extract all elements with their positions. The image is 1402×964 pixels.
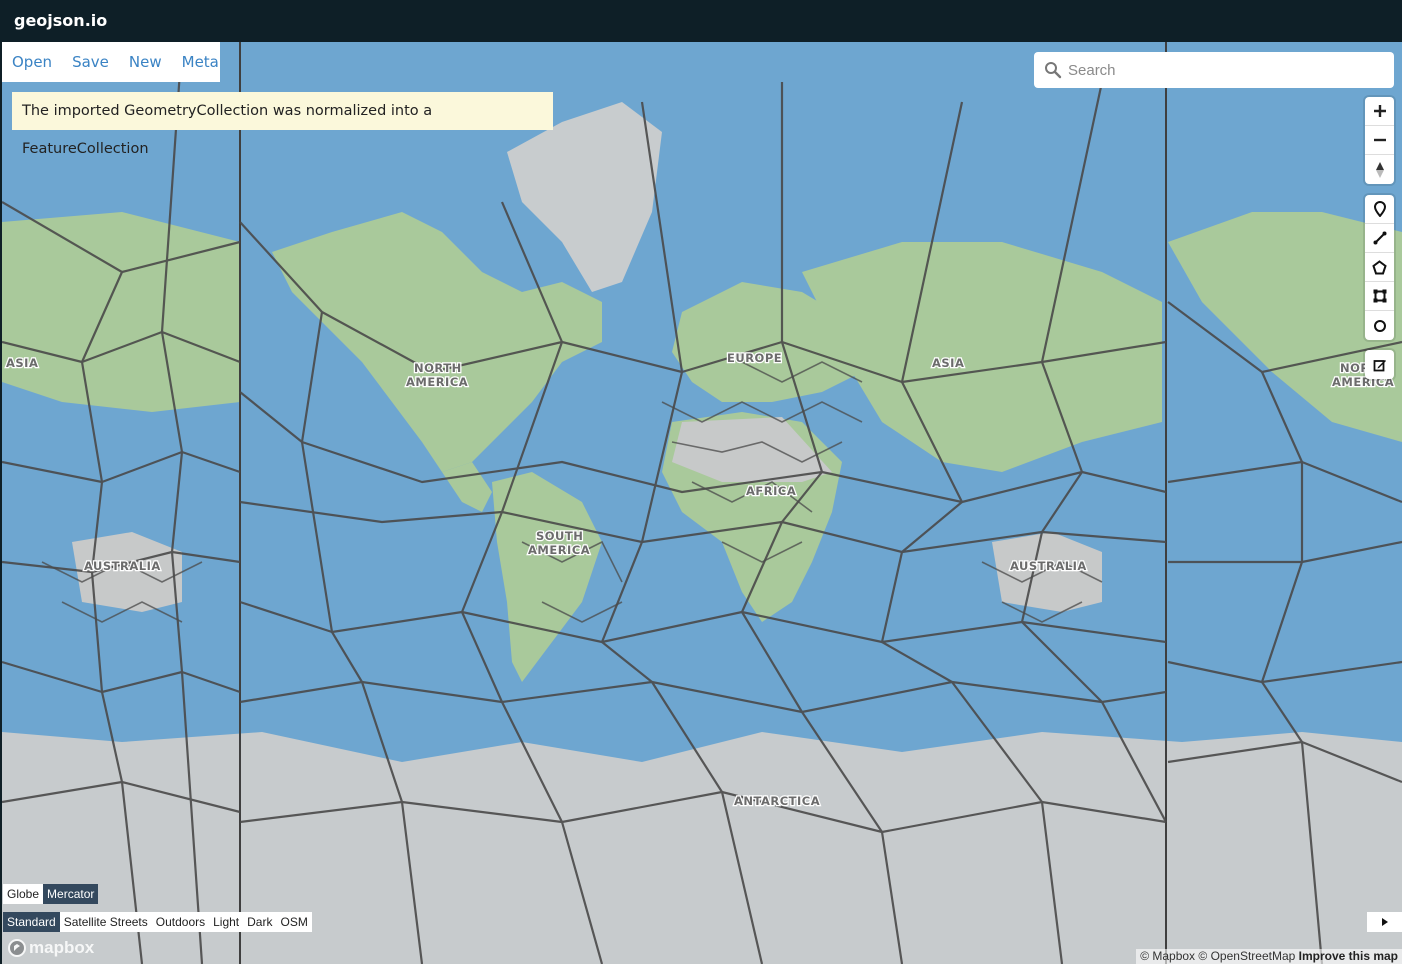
label-australia-left: AUSTRALIA: [84, 559, 161, 573]
polygon-icon: [1372, 259, 1387, 274]
search-input[interactable]: [1068, 52, 1388, 88]
draw-line-button[interactable]: [1365, 224, 1394, 253]
style-osm[interactable]: OSM: [276, 912, 311, 932]
label-asia-left: ASIA: [6, 356, 38, 370]
map-canvas[interactable]: ASIA NORTH AMERICA EUROPE ASIA NOR AMERI…: [2, 42, 1402, 964]
marker-icon: [1373, 201, 1386, 217]
meta-button[interactable]: Meta: [182, 53, 219, 71]
draw-polygon-button[interactable]: [1365, 253, 1394, 282]
draw-circle-button[interactable]: [1365, 311, 1394, 340]
label-south-america-1: SOUTH: [536, 529, 583, 543]
projection-switcher: Globe Mercator: [3, 884, 99, 904]
label-north-america-1: NORTH: [414, 361, 462, 375]
improve-map-link[interactable]: Improve this map: [1299, 949, 1398, 963]
label-north-america-2: AMERICA: [406, 375, 468, 389]
style-switcher: Standard Satellite Streets Outdoors Ligh…: [3, 912, 312, 932]
zoom-out-button[interactable]: [1365, 126, 1394, 155]
projection-mercator[interactable]: Mercator: [43, 884, 99, 904]
zoom-controls: [1365, 97, 1394, 184]
draw-marker-button[interactable]: [1365, 195, 1394, 224]
edit-controls: [1365, 350, 1394, 379]
app-title: geojson.io: [14, 11, 108, 30]
style-light[interactable]: Light: [209, 912, 243, 932]
map-basemap: ASIA NORTH AMERICA EUROPE ASIA NOR AMERI…: [2, 42, 1402, 964]
mapbox-logo-icon: [8, 939, 26, 957]
style-standard[interactable]: Standard: [3, 912, 60, 932]
caret-right-icon: [1381, 918, 1388, 926]
search-box: [1034, 52, 1394, 88]
draw-controls: [1365, 195, 1394, 340]
edit-button[interactable]: [1365, 350, 1394, 379]
sidebar-toggle-button[interactable]: [1367, 912, 1402, 932]
file-toolbar: Open Save New Meta: [2, 42, 220, 82]
label-antarctica: ANTARCTICA: [734, 794, 820, 808]
new-button[interactable]: New: [129, 53, 162, 71]
import-notice: The imported GeometryCollection was norm…: [12, 92, 553, 157]
style-dark[interactable]: Dark: [243, 912, 276, 932]
label-europe: EUROPE: [727, 351, 782, 365]
map-attribution: © Mapbox © OpenStreetMap Improve this ma…: [1136, 949, 1402, 964]
projection-globe[interactable]: Globe: [3, 884, 43, 904]
rectangle-icon: [1373, 289, 1386, 303]
edit-icon: [1373, 359, 1386, 371]
draw-rectangle-button[interactable]: [1365, 282, 1394, 311]
circle-icon: [1373, 319, 1386, 332]
zoom-in-button[interactable]: [1365, 97, 1394, 126]
style-satellite-streets[interactable]: Satellite Streets: [60, 912, 152, 932]
open-button[interactable]: Open: [12, 53, 52, 71]
label-africa: AFRICA: [746, 484, 796, 498]
line-icon: [1373, 231, 1386, 245]
compass-button[interactable]: [1365, 155, 1394, 184]
attribution-mapbox-link[interactable]: © Mapbox: [1140, 949, 1195, 963]
attribution-osm-link[interactable]: © OpenStreetMap: [1198, 949, 1295, 963]
search-icon: [1045, 62, 1062, 79]
app-header: geojson.io: [0, 0, 1402, 42]
label-australia-right: AUSTRALIA: [1010, 559, 1087, 573]
label-asia-right: ASIA: [932, 356, 964, 370]
label-south-america-2: AMERICA: [528, 543, 590, 557]
compass-icon: [1375, 161, 1384, 178]
mapbox-logo: mapbox: [8, 938, 94, 958]
save-button[interactable]: Save: [72, 53, 109, 71]
minus-icon: [1373, 138, 1386, 142]
plus-icon: [1373, 105, 1386, 117]
mapbox-logo-text: mapbox: [29, 938, 95, 957]
style-outdoors[interactable]: Outdoors: [152, 912, 209, 932]
